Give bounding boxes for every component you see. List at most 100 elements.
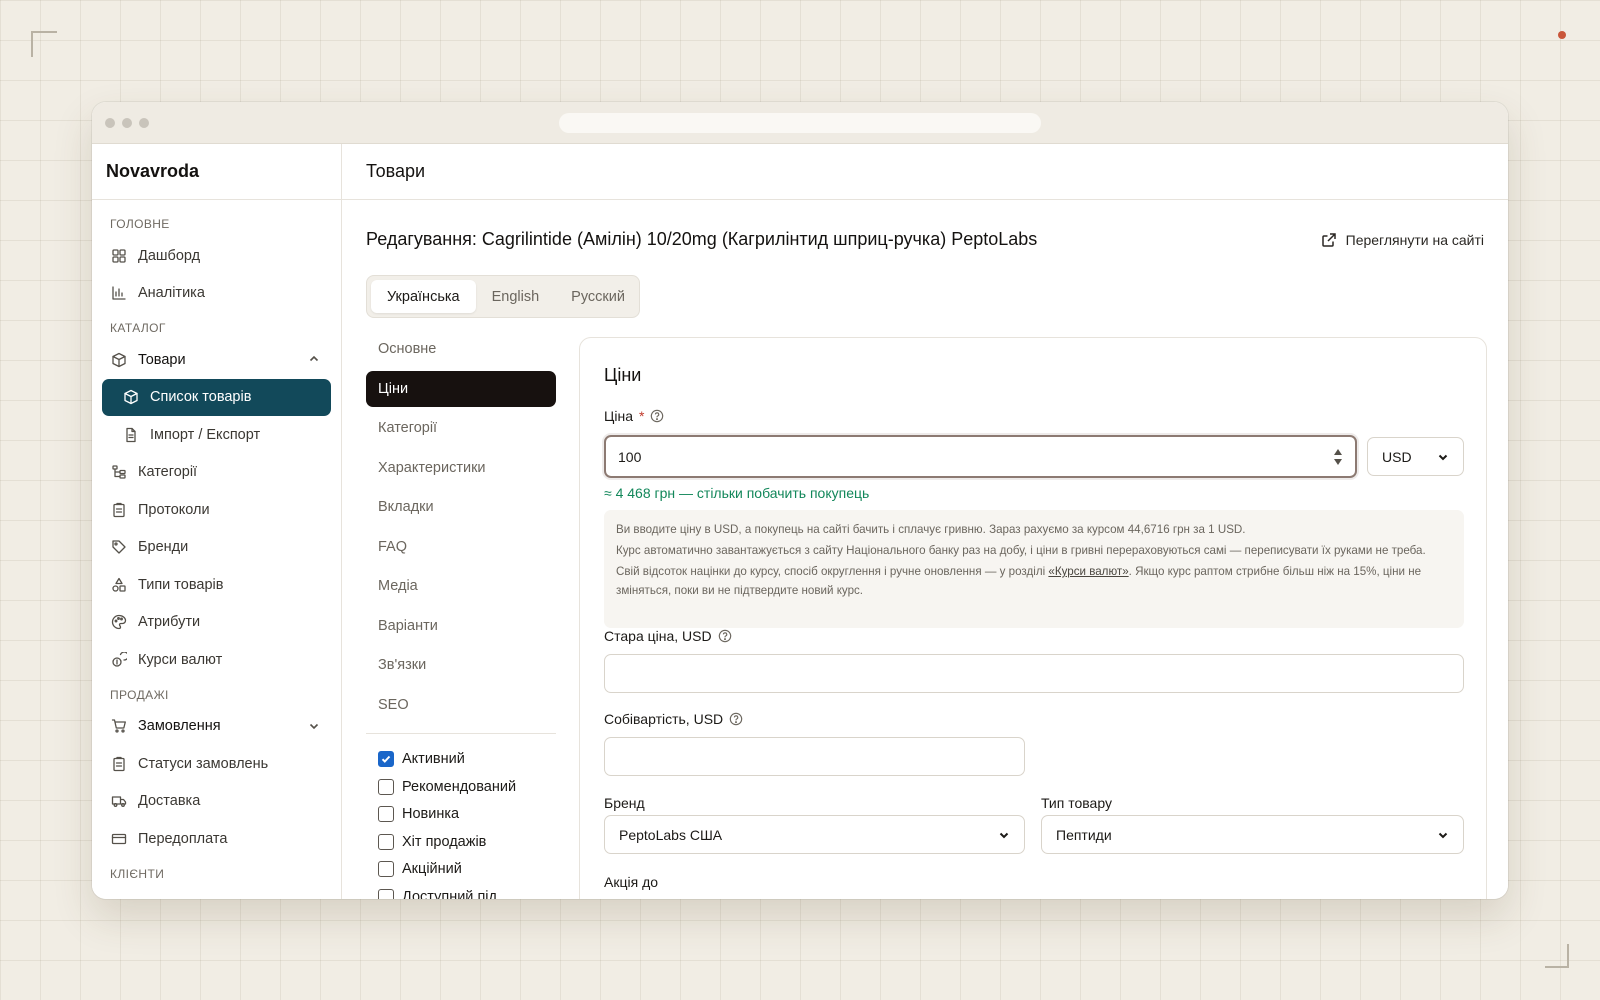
language-tab[interactable]: Русский bbox=[555, 280, 641, 313]
currency-rates-link[interactable]: «Курси валют» bbox=[1048, 565, 1128, 578]
language-tabs: Українська English Русский bbox=[366, 275, 640, 318]
chevron-down-icon[interactable] bbox=[307, 719, 321, 733]
prices-card: Ціни Ціна * 100 USD ≈ 4 468 грн — стільк… bbox=[579, 337, 1487, 899]
sidebar-item[interactable]: Атрибути bbox=[102, 604, 331, 642]
language-tab[interactable]: English bbox=[476, 280, 556, 313]
section-tab[interactable]: Характеристики bbox=[366, 450, 556, 486]
chevron-down-icon bbox=[999, 832, 1009, 838]
sidebar-item[interactable]: Товари bbox=[102, 341, 331, 379]
tag-icon bbox=[112, 540, 126, 554]
nav-section-label: КАТАЛОГ bbox=[110, 321, 166, 335]
shapes-icon bbox=[112, 577, 126, 592]
help-icon[interactable] bbox=[650, 409, 664, 423]
sidebar-item-icon bbox=[110, 651, 128, 669]
box-icon bbox=[112, 352, 126, 367]
currency-value: USD bbox=[1382, 448, 1412, 465]
section-tab[interactable]: Варіанти bbox=[366, 608, 556, 644]
checkbox[interactable] bbox=[378, 861, 394, 878]
sidebar-item-label: Дашборд bbox=[138, 247, 201, 264]
sidebar-item[interactable]: Передоплата bbox=[102, 820, 331, 858]
sidebar-item[interactable]: Доставка bbox=[102, 783, 331, 821]
price-label: Ціна * bbox=[604, 408, 664, 424]
checkbox-label: Активний bbox=[402, 751, 465, 768]
section-tab[interactable]: Ціни bbox=[366, 370, 556, 407]
chevron-down-icon bbox=[1438, 454, 1448, 460]
browser-window: Novavroda ГОЛОВНЕ Дашборд Аналітика КАТАЛОГ… bbox=[92, 102, 1508, 899]
sidebar-item[interactable]: Дашборд bbox=[102, 237, 331, 275]
sidebar-item[interactable]: Список товарів bbox=[102, 378, 331, 416]
corner-mark bbox=[31, 31, 57, 57]
old-price-label: Стара ціна, USD bbox=[604, 628, 732, 644]
info-text-part: Свій відсоток націнки до курсу, спосіб о… bbox=[616, 565, 1049, 578]
sidebar-item-label: Протоколи bbox=[138, 501, 210, 518]
analytics-icon bbox=[112, 286, 126, 300]
section-tab[interactable]: Основне bbox=[366, 331, 556, 367]
window-titlebar bbox=[92, 102, 1508, 144]
flag-checkbox-row[interactable]: Новинка bbox=[366, 801, 556, 829]
view-on-site-link[interactable]: Переглянути на сайті bbox=[1321, 232, 1484, 248]
window-minimize-dot[interactable] bbox=[122, 118, 132, 128]
sidebar-item[interactable]: Протоколи bbox=[102, 491, 331, 529]
app-shell: Novavroda ГОЛОВНЕ Дашборд Аналітика КАТАЛОГ… bbox=[92, 144, 1508, 899]
section-tab[interactable]: Зв'язки bbox=[366, 647, 556, 683]
window-close-dot[interactable] bbox=[105, 118, 115, 128]
section-divider bbox=[366, 732, 556, 734]
sidebar-item-icon bbox=[110, 717, 128, 735]
address-bar[interactable] bbox=[559, 113, 1041, 133]
help-icon[interactable] bbox=[718, 629, 732, 643]
sidebar-item-icon bbox=[122, 426, 140, 444]
window-maximize-dot[interactable] bbox=[139, 118, 149, 128]
chevron-up-icon[interactable] bbox=[307, 352, 321, 366]
check-icon bbox=[381, 756, 391, 764]
section-tab[interactable]: FAQ bbox=[366, 529, 556, 565]
sidebar-item-icon bbox=[122, 388, 140, 406]
section-tab[interactable]: SEO bbox=[366, 687, 556, 723]
section-tab[interactable]: Категорії bbox=[366, 410, 556, 446]
chevron-down-icon bbox=[1438, 832, 1448, 838]
checkbox[interactable] bbox=[378, 833, 394, 850]
card-icon bbox=[111, 833, 127, 844]
flag-checkbox-row[interactable]: Активний bbox=[366, 746, 556, 774]
old-price-input[interactable] bbox=[604, 654, 1464, 693]
checkbox[interactable] bbox=[378, 778, 394, 795]
sidebar-item[interactable]: Бренди bbox=[102, 529, 331, 567]
sidebar-item[interactable]: Аналітика bbox=[102, 275, 331, 313]
sidebar-item[interactable]: Типи товарів bbox=[102, 566, 331, 604]
tree-icon bbox=[112, 465, 126, 479]
sidebar-item[interactable]: Статуси замовлень bbox=[102, 745, 331, 783]
info-text: Свій відсоток націнки до курсу, спосіб о… bbox=[616, 562, 1452, 600]
coins-icon bbox=[112, 651, 127, 667]
section-tab[interactable]: Вкладки bbox=[366, 489, 556, 525]
sidebar-item-icon bbox=[110, 830, 128, 848]
sidebar-item-label: Статуси замовлень bbox=[138, 755, 269, 772]
sidebar-item-icon bbox=[110, 284, 128, 302]
sidebar-item[interactable]: Імпорт / Експорт bbox=[102, 416, 331, 454]
sidebar-item-icon bbox=[110, 792, 128, 810]
flag-checkbox-row[interactable]: Доступний під bbox=[366, 883, 556, 899]
sidebar-item[interactable]: Категорії bbox=[102, 454, 331, 492]
checkbox[interactable] bbox=[378, 806, 394, 823]
section-nav: Основне Ціни Категорії Характеристики Вкладк… bbox=[366, 331, 556, 899]
stepper-icon[interactable] bbox=[1333, 447, 1343, 467]
product-type-select[interactable]: Пептиди bbox=[1041, 815, 1464, 854]
brand-logo[interactable]: Novavroda bbox=[92, 144, 341, 200]
checkbox[interactable] bbox=[378, 888, 394, 899]
checkbox-checked[interactable] bbox=[378, 751, 394, 768]
price-input[interactable]: 100 bbox=[604, 435, 1357, 478]
flag-checkbox-row[interactable]: Акційний bbox=[366, 856, 556, 884]
sidebar-item-label: Категорії bbox=[138, 464, 198, 481]
help-icon[interactable] bbox=[729, 712, 743, 726]
language-tab[interactable]: Українська bbox=[371, 280, 476, 313]
sidebar-item[interactable]: Курси валют bbox=[102, 641, 331, 679]
cost-input[interactable] bbox=[604, 737, 1025, 776]
nav-section-label: КЛІЄНТИ bbox=[110, 866, 165, 881]
currency-select[interactable]: USD bbox=[1367, 437, 1464, 476]
sidebar-item-icon bbox=[110, 538, 128, 556]
sidebar-item-label: Список товарів bbox=[150, 389, 252, 406]
brand-select[interactable]: PeptoLabs США bbox=[604, 815, 1025, 854]
flag-checkbox-row[interactable]: Хіт продажів bbox=[366, 828, 556, 856]
section-tab[interactable]: Медіа bbox=[366, 568, 556, 604]
flag-checkbox-row[interactable]: Рекомендований bbox=[366, 773, 556, 801]
sidebar-item-label: Замовлення bbox=[138, 718, 221, 735]
sidebar-item[interactable]: Замовлення bbox=[102, 708, 331, 746]
